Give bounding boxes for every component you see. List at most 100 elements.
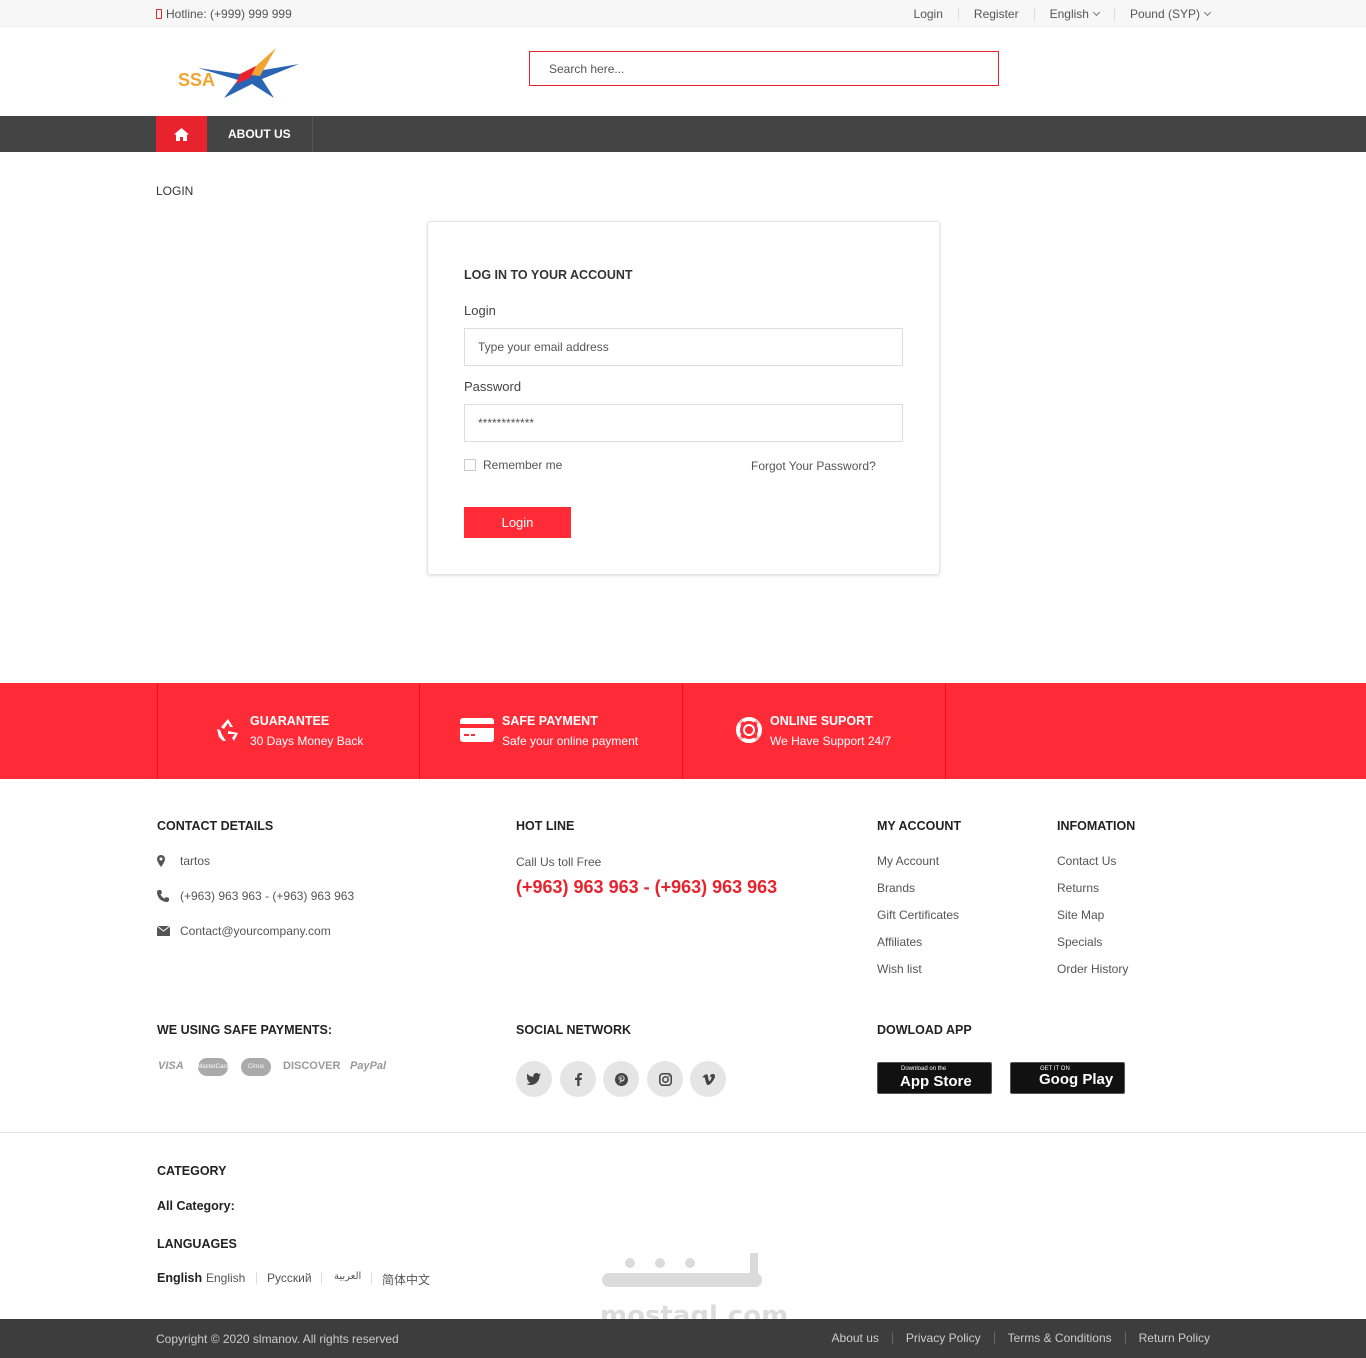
home-button[interactable]	[156, 116, 207, 152]
bottom-links: About us Privacy Policy Terms & Conditio…	[819, 1332, 1210, 1344]
facebook-icon	[574, 1072, 582, 1086]
phone-icon	[157, 890, 169, 902]
footer-link-order-history[interactable]: Order History	[1057, 962, 1128, 976]
cirrus-logo: Cirrus	[241, 1058, 271, 1076]
footer-link-affiliates[interactable]: Affiliates	[877, 935, 922, 949]
lifebuoy-icon	[736, 717, 762, 743]
features-band: GUARANTEE 30 Days Money Back SAFE PAYMEN…	[0, 683, 1366, 779]
feature-subtitle: Safe your online payment	[502, 734, 639, 748]
top-bar: Hotline: (+999) 999 999 Login Register E…	[0, 0, 1366, 27]
currency-label: Pound (SYP)	[1129, 6, 1200, 21]
register-link[interactable]: Register	[957, 7, 1034, 20]
hotline: Hotline: (+999) 999 999	[156, 7, 292, 21]
top-links: Login Register English Pound (SYP)	[899, 6, 1212, 21]
password-field[interactable]: ************	[464, 404, 903, 442]
feature-title: ONLINE SUPORT	[770, 714, 873, 728]
footer-link-gift-certificates[interactable]: Gift Certificates	[877, 908, 959, 922]
copyright: Copyright © 2020 slmanov. All rights res…	[156, 1332, 399, 1346]
app-store-label: App Store	[900, 1073, 972, 1090]
all-category-label: All Category:	[157, 1199, 235, 1213]
feature-subtitle: We Have Support 24/7	[770, 734, 892, 748]
download-app-heading: DOWLOAD APP	[877, 1023, 972, 1037]
language-russian[interactable]: Русский	[267, 1271, 312, 1285]
mobile-phone-icon	[156, 8, 162, 19]
breadcrumb: LOGIN	[156, 184, 194, 198]
hotline-sub: Call Us toll Free	[516, 855, 602, 869]
bottom-bar: Copyright © 2020 slmanov. All rights res…	[0, 1319, 1366, 1358]
contact-phone: (+963) 963 963 - (+963) 963 963	[180, 889, 355, 903]
email-field[interactable]: Type your email address	[464, 328, 903, 366]
language-english[interactable]: English	[206, 1271, 245, 1285]
header: SSA Search here...	[0, 27, 1366, 116]
site-logo[interactable]: SSA	[176, 46, 301, 102]
chevron-down-icon	[1203, 8, 1212, 16]
feature-guarantee: GUARANTEE 30 Days Money Back	[157, 683, 419, 779]
my-account-heading: MY ACCOUNT	[877, 819, 962, 833]
credit-card-icon	[460, 718, 494, 742]
login-label: Login	[464, 303, 496, 318]
instagram-icon	[658, 1072, 672, 1086]
search-input[interactable]: Search here...	[529, 51, 999, 86]
language-chinese[interactable]: 简体中文	[382, 1271, 430, 1288]
login-link[interactable]: Login	[899, 8, 958, 20]
twitter-button[interactable]	[516, 1061, 552, 1097]
footer-link-brands[interactable]: Brands	[877, 881, 915, 895]
main-nav: ABOUT US	[0, 116, 1366, 152]
feature-safe-payment: SAFE PAYMENT Safe your online payment	[419, 683, 682, 779]
footer-link-wish-list[interactable]: Wish list	[877, 962, 922, 976]
feature-subtitle: 30 Days Money Back	[250, 734, 364, 748]
bottom-link-terms[interactable]: Terms & Conditions	[993, 1332, 1125, 1344]
envelope-icon	[157, 926, 170, 936]
map-marker-icon	[157, 855, 165, 867]
footer-link-my-account[interactable]: My Account	[877, 854, 939, 868]
information-heading: INFOMATION	[1057, 819, 1136, 833]
currency-dropdown[interactable]: Pound (SYP)	[1113, 6, 1212, 21]
visa-logo: VISA	[158, 1060, 184, 1072]
hotline-number: (+963) 963 963 - (+963) 963 963	[516, 877, 778, 897]
bottom-link-about-us[interactable]: About us	[819, 1332, 892, 1344]
category-heading: CATEGORY	[157, 1164, 227, 1178]
language-dropdown[interactable]: English	[1033, 6, 1114, 21]
bottom-link-return-policy[interactable]: Return Policy	[1124, 1332, 1210, 1344]
language-separator	[256, 1272, 257, 1284]
app-store-button[interactable]: Download on the App Store	[877, 1062, 992, 1094]
footer-link-contact-us[interactable]: Contact Us	[1057, 854, 1116, 868]
remember-label: Remember me	[483, 458, 563, 472]
google-play-button[interactable]: GET IT ON Goog Play	[1010, 1062, 1125, 1094]
language-separator	[321, 1272, 322, 1284]
instagram-button[interactable]	[647, 1061, 683, 1097]
contact-details-heading: CONTACT DETAILS	[157, 819, 274, 833]
twitter-icon	[527, 1073, 541, 1085]
forgot-password-link[interactable]: Forgot Your Password?	[751, 459, 876, 473]
footer-link-specials[interactable]: Specials	[1057, 935, 1102, 949]
login-button[interactable]: Login	[464, 507, 571, 538]
remember-checkbox[interactable]	[464, 459, 476, 471]
home-icon	[174, 127, 189, 141]
languages-label: English	[157, 1271, 203, 1285]
pinterest-icon	[614, 1072, 628, 1086]
feature-title: SAFE PAYMENT	[502, 714, 598, 728]
login-title: LOG IN TO YOUR ACCOUNT	[464, 268, 633, 282]
feature-title: GUARANTEE	[250, 714, 330, 728]
footer-link-returns[interactable]: Returns	[1057, 881, 1099, 895]
discover-logo: DISCOVER	[283, 1060, 341, 1072]
remember-me[interactable]: Remember me	[464, 458, 562, 472]
paypal-logo: PayPal	[350, 1060, 387, 1072]
pinterest-button[interactable]	[603, 1061, 639, 1097]
language-arabic[interactable]: العربية	[334, 1271, 361, 1282]
language-label: English	[1049, 6, 1089, 21]
nav-about-us[interactable]: ABOUT US	[207, 116, 313, 152]
languages-heading: LANGUAGES	[157, 1237, 237, 1251]
contact-email[interactable]: Contact@yourcompany.com	[180, 924, 331, 938]
hotline-text: Hotline: (+999) 999 999	[166, 6, 292, 21]
google-play-label: Goog Play	[1039, 1071, 1114, 1088]
bottom-link-privacy-policy[interactable]: Privacy Policy	[891, 1332, 994, 1344]
chevron-down-icon	[1092, 8, 1100, 16]
vimeo-button[interactable]	[690, 1061, 726, 1097]
mastercard-logo: MasterCard	[197, 1058, 229, 1076]
payments-heading: WE USING SAFE PAYMENTS:	[157, 1023, 333, 1037]
facebook-button[interactable]	[560, 1061, 596, 1097]
social-heading: SOCIAL NETWORK	[516, 1023, 632, 1037]
footer-link-site-map[interactable]: Site Map	[1057, 908, 1104, 922]
app-store-small-text: Download on the	[901, 1066, 947, 1072]
